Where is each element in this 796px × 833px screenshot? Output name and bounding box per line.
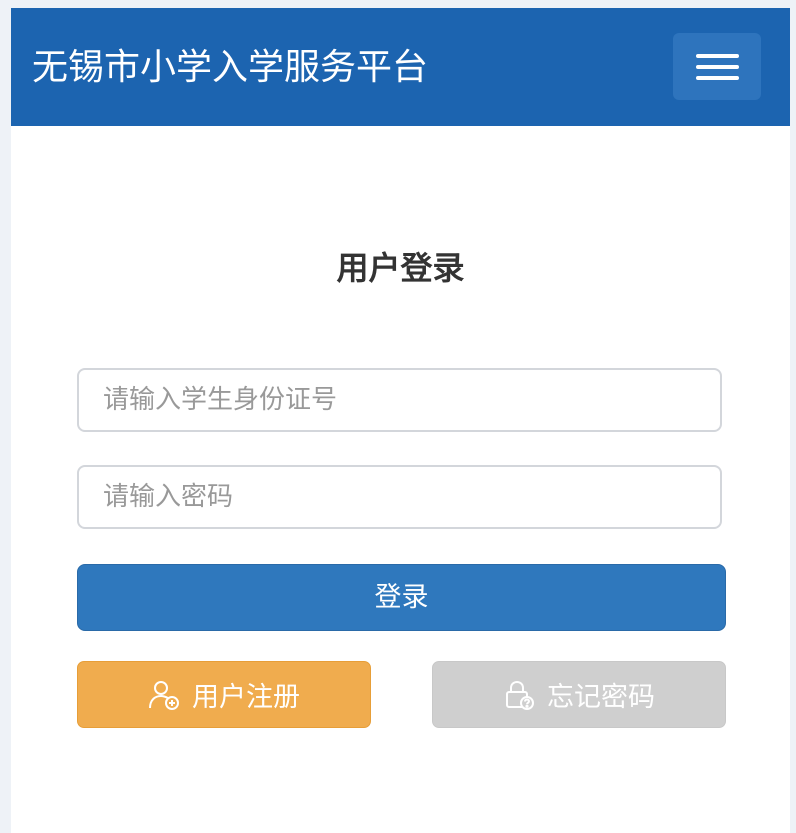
lock-help-icon: [503, 679, 535, 711]
forgot-password-button[interactable]: 忘记密码: [432, 661, 726, 728]
student-id-input[interactable]: [77, 368, 722, 432]
register-label: 用户注册: [192, 682, 300, 713]
register-button[interactable]: 用户注册: [77, 661, 371, 728]
hamburger-icon: [696, 54, 739, 58]
top-navbar: 无锡市小学入学服务平台: [11, 8, 790, 126]
app-frame: 无锡市小学入学服务平台 用户登录 登录 用户注册: [11, 8, 790, 833]
hamburger-icon-bar: [696, 76, 739, 80]
password-input[interactable]: [77, 465, 722, 529]
login-heading: 用户登录: [336, 249, 465, 287]
menu-toggle-button[interactable]: [673, 33, 761, 100]
site-title[interactable]: 无锡市小学入学服务平台: [32, 42, 428, 94]
login-button[interactable]: 登录: [77, 564, 726, 631]
hamburger-icon-bar: [696, 65, 739, 69]
forgot-password-label: 忘记密码: [547, 682, 655, 713]
user-add-icon: [148, 679, 180, 711]
